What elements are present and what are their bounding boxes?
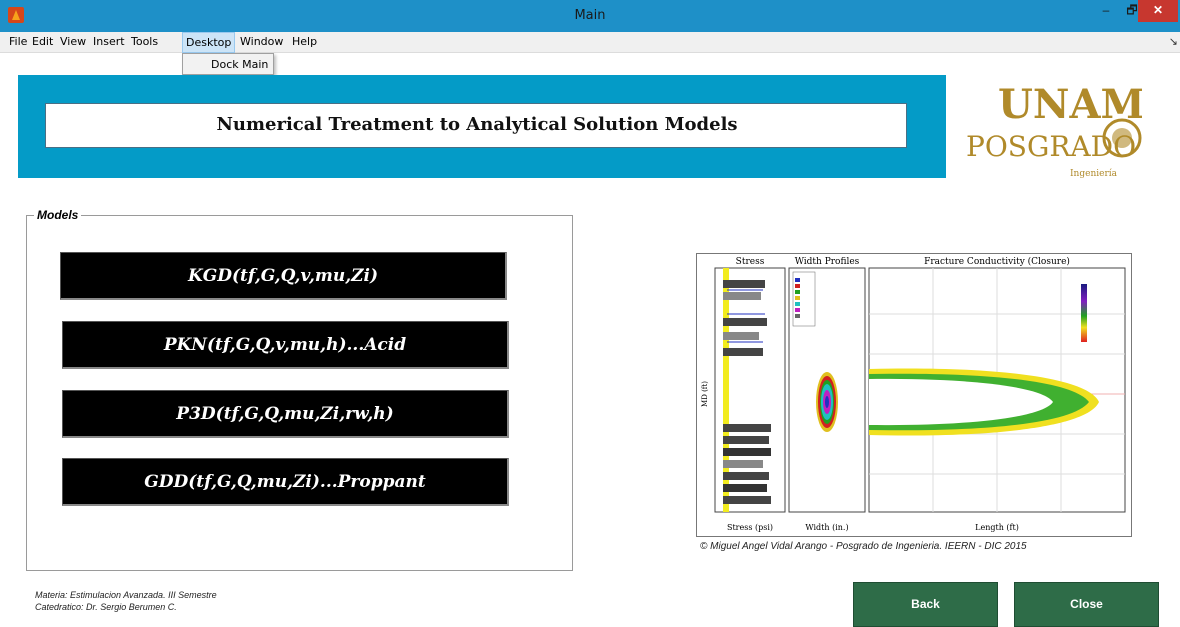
- width-panel-title: Width Profiles: [795, 257, 860, 267]
- title-box: Numerical Treatment to Analytical Soluti…: [45, 103, 907, 148]
- depth-axis-label: MD (ft): [701, 381, 709, 407]
- logo-line-3: Ingeniería: [1070, 168, 1118, 179]
- conductivity-contour-plot: Fracture Conductivity (Closure) Length (…: [868, 256, 1126, 532]
- menu-desktop[interactable]: Desktop: [182, 32, 236, 53]
- menu-bar: File Edit View Insert Tools Desktop Wind…: [0, 32, 1180, 53]
- p3d-model-button[interactable]: P3D(tf,G,Q,mu,Zi,rw,h): [62, 390, 509, 438]
- width-profile-plot: Width Profiles Width (in.): [788, 257, 866, 532]
- course-info: Materia: Estimulacion Avanzada. III Seme…: [35, 590, 217, 600]
- pkn-model-button[interactable]: PKN(tf,G,Q,v,mu,h)...Acid: [62, 321, 509, 369]
- desktop-dropdown-menu: Dock Main: [182, 53, 274, 75]
- stress-panel-title: Stress: [736, 257, 765, 267]
- width-x-label: Width (in.): [805, 523, 848, 532]
- window-titlebar: Main – 🗗 ✕: [0, 0, 1180, 32]
- conductivity-panel-title: Fracture Conductivity (Closure): [924, 256, 1070, 267]
- logo-line-2: POSGRADO: [966, 130, 1136, 163]
- minimize-button[interactable]: –: [1092, 0, 1120, 22]
- instructor-info: Catedratico: Dr. Sergio Berumen C.: [35, 602, 177, 612]
- menu-window[interactable]: Window: [240, 35, 283, 48]
- close-button[interactable]: Close: [1014, 582, 1159, 627]
- menu-edit[interactable]: Edit: [32, 35, 53, 48]
- page-title: Numerical Treatment to Analytical Soluti…: [216, 114, 738, 135]
- conductivity-x-label: Length (ft): [975, 523, 1019, 532]
- title-banner: Numerical Treatment to Analytical Soluti…: [18, 75, 946, 178]
- menu-item-dock-main[interactable]: Dock Main: [211, 58, 268, 71]
- stress-x-label: Stress (psi): [727, 523, 773, 532]
- stress-profile-plot: Stress Stress (psi) MD (ft): [701, 257, 786, 532]
- dock-arrow-icon[interactable]: ↘: [1169, 35, 1178, 48]
- fracture-simulation-figure: Stress Stress (psi) MD (ft) Width Profil…: [696, 253, 1132, 537]
- menu-file[interactable]: File: [9, 35, 27, 48]
- close-window-button[interactable]: ✕: [1138, 0, 1178, 22]
- menu-view[interactable]: View: [60, 35, 86, 48]
- course-footer: Materia: Estimulacion Avanzada. III Seme…: [35, 589, 217, 613]
- seal-center-icon: [1112, 128, 1132, 148]
- menu-tools[interactable]: Tools: [131, 35, 158, 48]
- menu-insert[interactable]: Insert: [93, 35, 125, 48]
- window-title: Main: [574, 8, 606, 23]
- menu-help[interactable]: Help: [292, 35, 317, 48]
- figure-caption: © Miguel Angel Vidal Arango - Posgrado d…: [700, 541, 1027, 552]
- kgd-model-button[interactable]: KGD(tf,G,Q,v,mu,Zi): [60, 252, 507, 300]
- models-panel-legend: Models: [34, 208, 82, 222]
- back-button[interactable]: Back: [853, 582, 998, 627]
- unam-posgrado-logo: UNAM POSGRADO Ingeniería: [962, 78, 1145, 186]
- gdd-model-button[interactable]: GDD(tf,G,Q,mu,Zi)...Proppant: [62, 458, 509, 506]
